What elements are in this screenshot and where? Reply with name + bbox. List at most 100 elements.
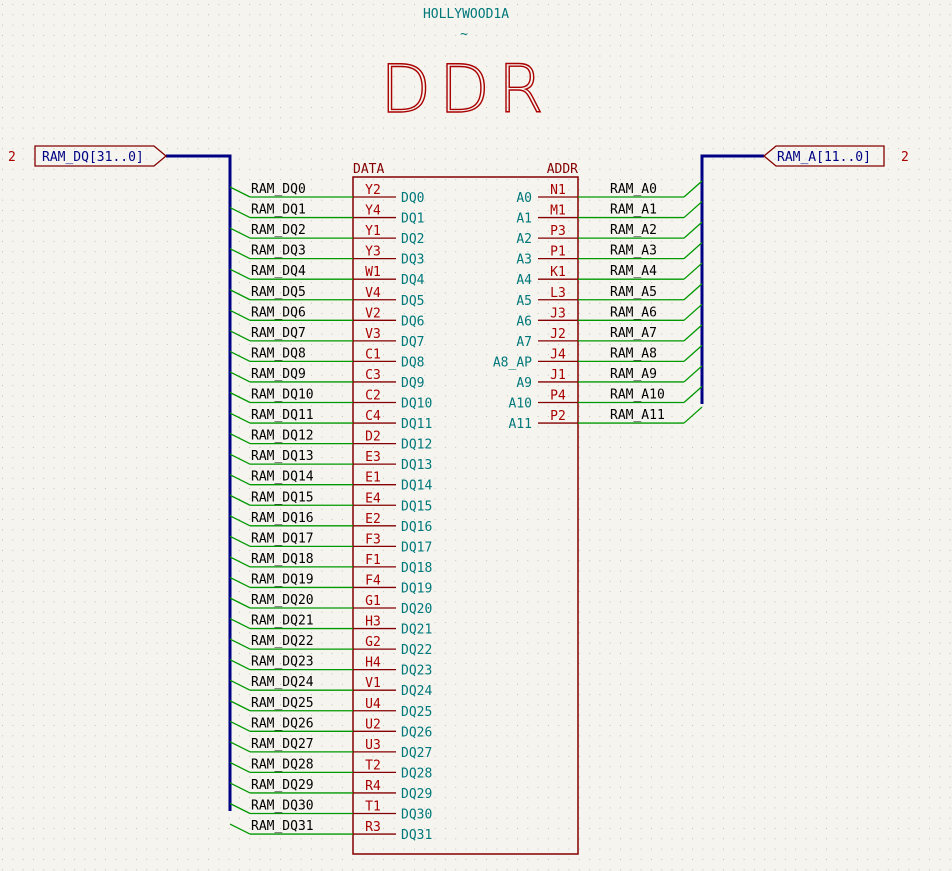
- grid-dot: [115, 24, 117, 26]
- grid-dot: [393, 652, 395, 654]
- grid-dot: [547, 601, 549, 603]
- grid-dot: [43, 343, 45, 345]
- grid-dot: [311, 313, 312, 314]
- grid-dot: [146, 477, 148, 479]
- grid-dot: [105, 251, 106, 253]
- grid-dot: [527, 436, 529, 438]
- grid-dot: [156, 374, 158, 376]
- grid-dot: [444, 622, 446, 623]
- grid-dot: [238, 817, 240, 819]
- grid-dot: [558, 86, 560, 88]
- grid-dot: [537, 240, 539, 242]
- grid-dot: [599, 642, 601, 644]
- grid-dot: [105, 766, 106, 768]
- grid-dot: [311, 343, 312, 345]
- grid-dot: [589, 34, 591, 36]
- grid-dot: [311, 848, 312, 850]
- grid-dot: [341, 436, 343, 438]
- grid-dot: [527, 828, 529, 829]
- grid-dot: [527, 776, 529, 778]
- grid-dot: [94, 776, 96, 778]
- grid-dot: [321, 786, 323, 788]
- grid-dot: [331, 65, 333, 67]
- grid-dot: [208, 570, 209, 572]
- grid-dot: [187, 591, 189, 593]
- grid-dot: [486, 313, 488, 314]
- grid-dot: [166, 354, 168, 356]
- grid-dot: [166, 611, 168, 613]
- grid-dot: [599, 117, 601, 119]
- grid-dot: [238, 838, 240, 840]
- grid-dot: [228, 858, 230, 860]
- grid-dot: [22, 745, 24, 747]
- grid-dot: [22, 333, 24, 335]
- grid-dot: [2, 632, 3, 634]
- grid-dot: [177, 704, 179, 706]
- grid-dot: [105, 313, 106, 314]
- grid-dot: [187, 189, 189, 191]
- grid-dot: [321, 148, 323, 150]
- grid-dot: [208, 364, 209, 366]
- grid-dot: [331, 838, 333, 840]
- grid-dot: [53, 14, 55, 16]
- grid-dot: [496, 168, 498, 170]
- grid-dot: [321, 663, 323, 665]
- grid-dot: [403, 869, 405, 871]
- grid-dot: [22, 725, 24, 726]
- grid-dot: [12, 24, 14, 26]
- grid-dot: [475, 601, 477, 603]
- grid-dot: [259, 45, 261, 47]
- grid-dot: [589, 488, 591, 490]
- grid-dot: [578, 508, 580, 510]
- grid-dot: [362, 117, 364, 119]
- grid-dot: [362, 580, 364, 582]
- grid-dot: [208, 663, 209, 665]
- grid-dot: [537, 148, 539, 150]
- grid-dot: [63, 137, 65, 139]
- grid-dot: [12, 96, 14, 98]
- grid-dot: [486, 508, 488, 510]
- grid-dot: [506, 343, 508, 345]
- grid-dot: [125, 446, 127, 448]
- grid-dot: [496, 570, 498, 572]
- grid-dot: [32, 416, 34, 417]
- grid-dot: [568, 333, 570, 335]
- grid-dot: [290, 127, 292, 129]
- grid-dot: [197, 498, 199, 500]
- grid-dot: [218, 786, 220, 788]
- grid-dot: [115, 477, 117, 479]
- grid-dot: [290, 869, 292, 871]
- grid-dot: [53, 797, 55, 799]
- grid-dot: [311, 158, 312, 160]
- grid-dot: [486, 333, 488, 335]
- grid-dot: [372, 158, 374, 160]
- grid-dot: [311, 210, 312, 211]
- grid-dot: [517, 848, 518, 850]
- grid-dot: [547, 426, 549, 428]
- grid-dot: [197, 869, 199, 871]
- grid-dot: [63, 694, 65, 696]
- grid-dot: [177, 477, 179, 479]
- grid-dot: [527, 755, 529, 757]
- grid-dot: [568, 539, 570, 541]
- grid-dot: [166, 158, 168, 160]
- grid-dot: [465, 714, 467, 716]
- grid-dot: [414, 24, 415, 26]
- grid-dot: [218, 96, 220, 98]
- grid-dot: [568, 137, 570, 139]
- grid-dot: [197, 210, 199, 211]
- grid-dot: [568, 467, 570, 469]
- grid-dot: [331, 395, 333, 397]
- grid-dot: [496, 313, 498, 314]
- grid-dot: [527, 745, 529, 747]
- grid-dot: [166, 786, 168, 788]
- grid-dot: [177, 261, 179, 263]
- grid-dot: [341, 622, 343, 623]
- grid-dot: [115, 374, 117, 376]
- grid-dot: [125, 65, 127, 67]
- grid-dot: [105, 210, 106, 211]
- grid-dot: [311, 220, 312, 222]
- grid-dot: [589, 168, 591, 170]
- grid-dot: [94, 848, 96, 850]
- grid-dot: [187, 797, 189, 799]
